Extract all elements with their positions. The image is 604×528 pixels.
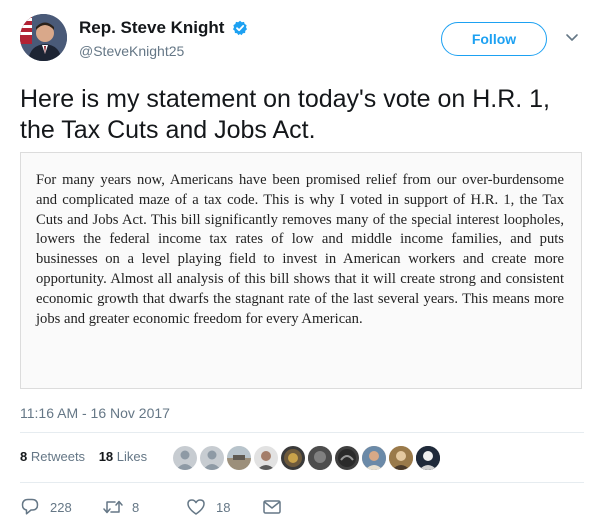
- retweet-count: 8: [132, 500, 140, 515]
- reply-button[interactable]: 228: [20, 497, 80, 517]
- liker-avatar[interactable]: [281, 446, 305, 470]
- like-button[interactable]: 18: [186, 497, 241, 517]
- retweets-stat-label: Retweets: [30, 449, 86, 464]
- author-handle[interactable]: @SteveKnight25: [79, 43, 184, 59]
- liker-avatar[interactable]: [362, 446, 386, 470]
- liker-avatar[interactable]: [389, 446, 413, 470]
- reply-icon: [21, 498, 39, 515]
- liker-avatar[interactable]: [200, 446, 224, 470]
- tweet-header: Rep. Steve Knight @SteveKnight25 Follow: [20, 14, 584, 68]
- heart-icon: [187, 499, 205, 515]
- envelope-icon: [263, 500, 281, 514]
- statement-image[interactable]: For many years now, Americans have been …: [20, 152, 582, 389]
- like-count: 18: [216, 500, 231, 515]
- retweets-stat[interactable]: 8 Retweets: [20, 449, 85, 464]
- verified-badge-icon: [232, 20, 247, 36]
- engagement-stats: 8 Retweets 18 Likes: [20, 449, 157, 469]
- follow-button[interactable]: Follow: [441, 22, 547, 56]
- liker-avatar[interactable]: [416, 446, 440, 470]
- liker-avatar[interactable]: [308, 446, 332, 470]
- divider-top: [20, 432, 584, 433]
- likes-stat-count: 18: [98, 449, 114, 464]
- author-name-block[interactable]: Rep. Steve Knight: [79, 18, 248, 38]
- tweet-text: Here is my statement on today's vote on …: [20, 85, 551, 144]
- statement-text: For many years now, Americans have been …: [36, 172, 564, 327]
- divider-bottom: [20, 482, 584, 483]
- likes-stat[interactable]: 18 Likes: [99, 449, 147, 464]
- liker-avatar[interactable]: [227, 446, 251, 470]
- liker-avatar[interactable]: [254, 446, 278, 470]
- avatar[interactable]: [20, 14, 67, 61]
- retweet-icon: [103, 500, 123, 514]
- liker-avatar[interactable]: [335, 446, 359, 470]
- reply-count: 228: [50, 500, 72, 515]
- tweet-timestamp[interactable]: 11:16 AM - 16 Nov 2017: [20, 405, 170, 421]
- retweets-stat-count: 8: [20, 449, 28, 464]
- author-name[interactable]: Rep. Steve Knight: [79, 18, 224, 38]
- likes-stat-label: Likes: [116, 449, 148, 464]
- direct-message-button[interactable]: [262, 497, 284, 517]
- liker-avatar[interactable]: [173, 446, 197, 470]
- retweet-button[interactable]: 8: [102, 497, 157, 517]
- chevron-down-icon[interactable]: [565, 33, 579, 43]
